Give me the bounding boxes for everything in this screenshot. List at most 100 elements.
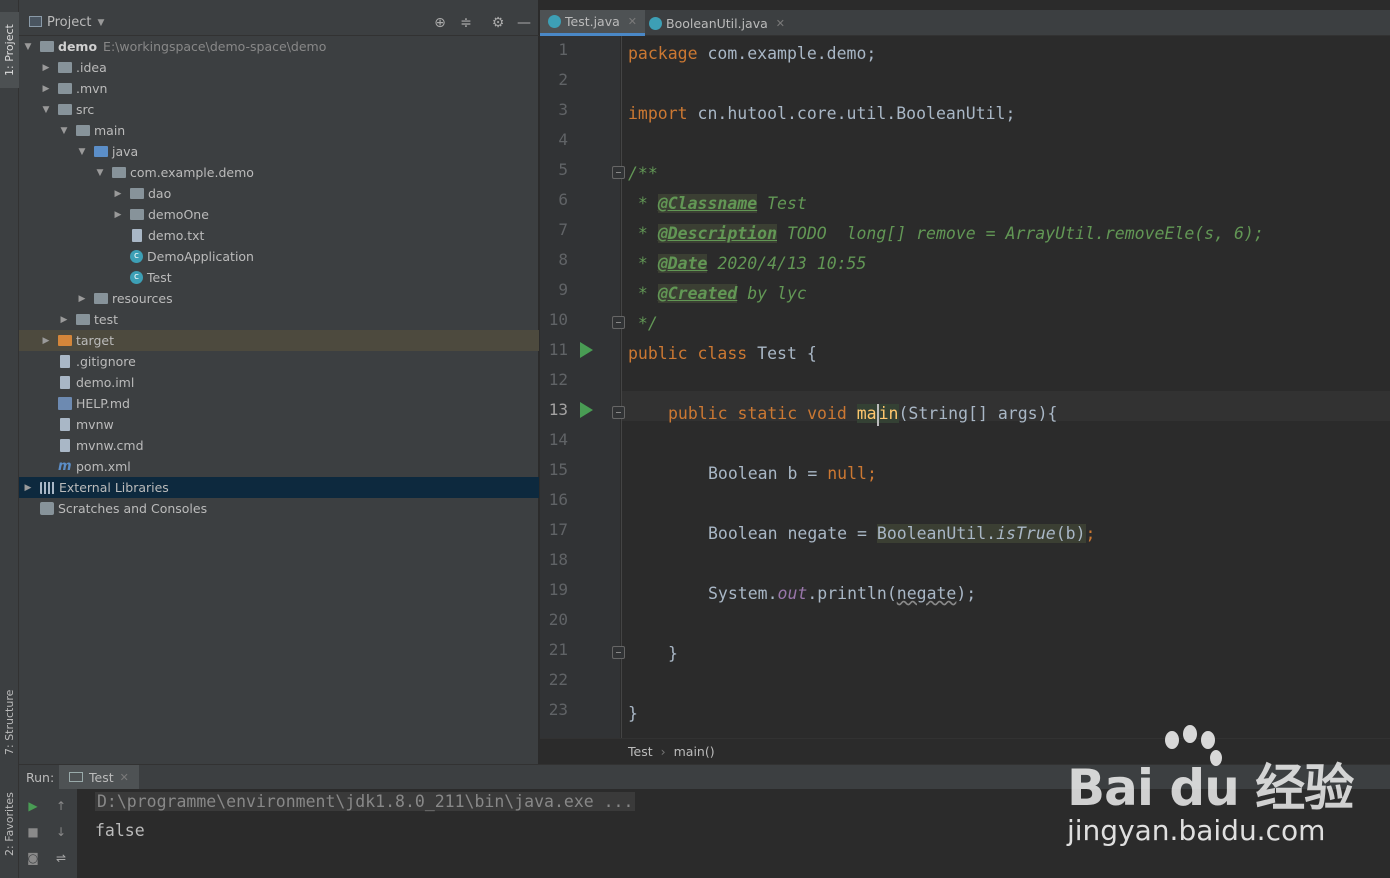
- tab-booleanutil-java[interactable]: BooleanUtil.java ✕: [641, 10, 793, 36]
- line-number: 16: [548, 490, 568, 509]
- up-arrow-icon[interactable]: ↑: [54, 799, 68, 813]
- scratches-icon: [40, 502, 54, 515]
- favorites-tool-tab[interactable]: 2: Favorites: [0, 782, 19, 866]
- expanded-arrow-icon[interactable]: ▼: [40, 105, 52, 115]
- code-line-10: */: [628, 314, 658, 333]
- tree-item-main[interactable]: ▼ main: [19, 120, 539, 141]
- down-arrow-icon[interactable]: ↓: [54, 825, 68, 839]
- tree-item-mvnw-cmd[interactable]: mvnw.cmd: [19, 435, 539, 456]
- fold-icon[interactable]: [612, 646, 625, 659]
- expanded-arrow-icon[interactable]: ▼: [22, 42, 34, 52]
- tree-item-demo-txt[interactable]: demo.txt: [19, 225, 539, 246]
- expanded-arrow-icon[interactable]: ▼: [58, 126, 70, 136]
- breadcrumb-class[interactable]: Test: [628, 744, 653, 759]
- run-class-icon[interactable]: [580, 342, 593, 358]
- breadcrumb: Test › main(): [540, 738, 1390, 764]
- tree-item-target[interactable]: ▶ target: [19, 330, 539, 351]
- tree-item-gitignore[interactable]: .gitignore: [19, 351, 539, 372]
- collapsed-arrow-icon[interactable]: ▶: [40, 63, 52, 73]
- package-icon: [112, 167, 126, 178]
- console-icon: [69, 772, 83, 782]
- tree-item-test-class[interactable]: c Test: [19, 267, 539, 288]
- code-area[interactable]: package com.example.demo; import cn.huto…: [628, 36, 1390, 738]
- gear-icon[interactable]: ⚙: [489, 14, 507, 32]
- soft-wrap-icon[interactable]: ⇌: [54, 851, 68, 865]
- line-number: 1: [558, 40, 568, 59]
- run-main-icon[interactable]: [580, 402, 593, 418]
- camera-icon[interactable]: ◙: [26, 851, 40, 865]
- line-number: 7: [558, 220, 568, 239]
- tree-item-pom-xml[interactable]: m pom.xml: [19, 456, 539, 477]
- line-number: 9: [558, 280, 568, 299]
- tree-item-demo[interactable]: ▼ demo E:\workingspace\demo-space\demo: [19, 36, 539, 57]
- tree-item-idea[interactable]: ▶ .idea: [19, 57, 539, 78]
- collapsed-arrow-icon[interactable]: ▶: [40, 84, 52, 94]
- source-folder-icon: [94, 146, 108, 157]
- tree-item-help-md[interactable]: HELP.md: [19, 393, 539, 414]
- line-number: 11: [548, 340, 568, 359]
- tree-item-com-example-demo[interactable]: ▼ com.example.demo: [19, 162, 539, 183]
- run-tab-test[interactable]: Test ✕: [59, 765, 139, 789]
- close-icon[interactable]: ✕: [120, 771, 129, 784]
- collapsed-arrow-icon[interactable]: ▶: [112, 210, 124, 220]
- excluded-folder-icon: [58, 335, 72, 346]
- tab-test-java[interactable]: Test.java ✕: [540, 10, 645, 36]
- collapse-all-icon[interactable]: ≑: [457, 14, 475, 32]
- tree-item-demo-iml[interactable]: demo.iml: [19, 372, 539, 393]
- tree-item-mvn[interactable]: ▶ .mvn: [19, 78, 539, 99]
- code-line-17: Boolean negate = BooleanUtil.isTrue(b);: [708, 524, 1096, 543]
- collapsed-arrow-icon[interactable]: ▶: [58, 315, 70, 325]
- tree-item-dao[interactable]: ▶ dao: [19, 183, 539, 204]
- project-tool-tab[interactable]: 1: Project: [0, 12, 19, 88]
- tree-item-scratches[interactable]: Scratches and Consoles: [19, 498, 539, 519]
- iml-file-icon: [60, 376, 70, 389]
- structure-tool-tab[interactable]: 7: Structure: [0, 680, 19, 764]
- expanded-arrow-icon[interactable]: ▼: [76, 147, 88, 157]
- line-number: 18: [548, 550, 568, 569]
- folder-icon: [58, 83, 72, 94]
- expanded-arrow-icon[interactable]: ▼: [94, 168, 106, 178]
- breadcrumb-method[interactable]: main(): [674, 744, 715, 759]
- tree-item-demoapplication[interactable]: c DemoApplication: [19, 246, 539, 267]
- line-number: 10: [548, 310, 568, 329]
- line-number: 2: [558, 70, 568, 89]
- console-output-line: false: [95, 821, 145, 840]
- tree-item-resources[interactable]: ▶ resources: [19, 288, 539, 309]
- tree-item-src[interactable]: ▼ src: [19, 99, 539, 120]
- code-line-23: }: [628, 704, 638, 723]
- line-number: 22: [548, 670, 568, 689]
- run-panel-header: Run: Test ✕: [19, 765, 1390, 789]
- collapsed-arrow-icon[interactable]: ▶: [112, 189, 124, 199]
- tree-item-java[interactable]: ▼ java: [19, 141, 539, 162]
- code-line-21: }: [668, 644, 678, 663]
- fold-icon[interactable]: [612, 316, 625, 329]
- tree-item-external-libraries[interactable]: ▶ External Libraries: [19, 477, 539, 498]
- code-line-5: /**: [628, 164, 658, 183]
- fold-icon[interactable]: [612, 406, 625, 419]
- hide-panel-icon[interactable]: —: [515, 14, 533, 32]
- chevron-down-icon[interactable]: ▼: [97, 18, 104, 28]
- console-output[interactable]: D:\programme\environment\jdk1.8.0_211\bi…: [77, 789, 1390, 878]
- project-view-icon: [29, 16, 42, 27]
- project-panel-header: Project ▼ ⊕ ≑ ⚙ —: [19, 10, 539, 36]
- collapsed-arrow-icon[interactable]: ▶: [40, 336, 52, 346]
- console-command-line: D:\programme\environment\jdk1.8.0_211\bi…: [95, 792, 636, 811]
- close-icon[interactable]: ✕: [776, 17, 785, 30]
- fold-icon[interactable]: [612, 166, 625, 179]
- left-tool-stripe: 1: Project 7: Structure 2: Favorites: [0, 0, 19, 878]
- tree-item-demoone[interactable]: ▶ demoOne: [19, 204, 539, 225]
- editor-tabbar: Test.java ✕ BooleanUtil.java ✕: [540, 10, 1390, 36]
- library-icon: [40, 481, 55, 494]
- line-number: 3: [558, 100, 568, 119]
- locate-icon[interactable]: ⊕: [431, 14, 449, 32]
- tree-item-test-folder[interactable]: ▶ test: [19, 309, 539, 330]
- rerun-icon[interactable]: ▶: [26, 799, 40, 813]
- stop-icon[interactable]: ■: [26, 825, 40, 839]
- tree-item-mvnw[interactable]: mvnw: [19, 414, 539, 435]
- class-icon: c: [130, 271, 143, 284]
- collapsed-arrow-icon[interactable]: ▶: [76, 294, 88, 304]
- project-view-selector[interactable]: Project: [47, 15, 91, 30]
- collapsed-arrow-icon[interactable]: ▶: [22, 483, 34, 493]
- line-number: 21: [548, 640, 568, 659]
- close-icon[interactable]: ✕: [628, 15, 637, 28]
